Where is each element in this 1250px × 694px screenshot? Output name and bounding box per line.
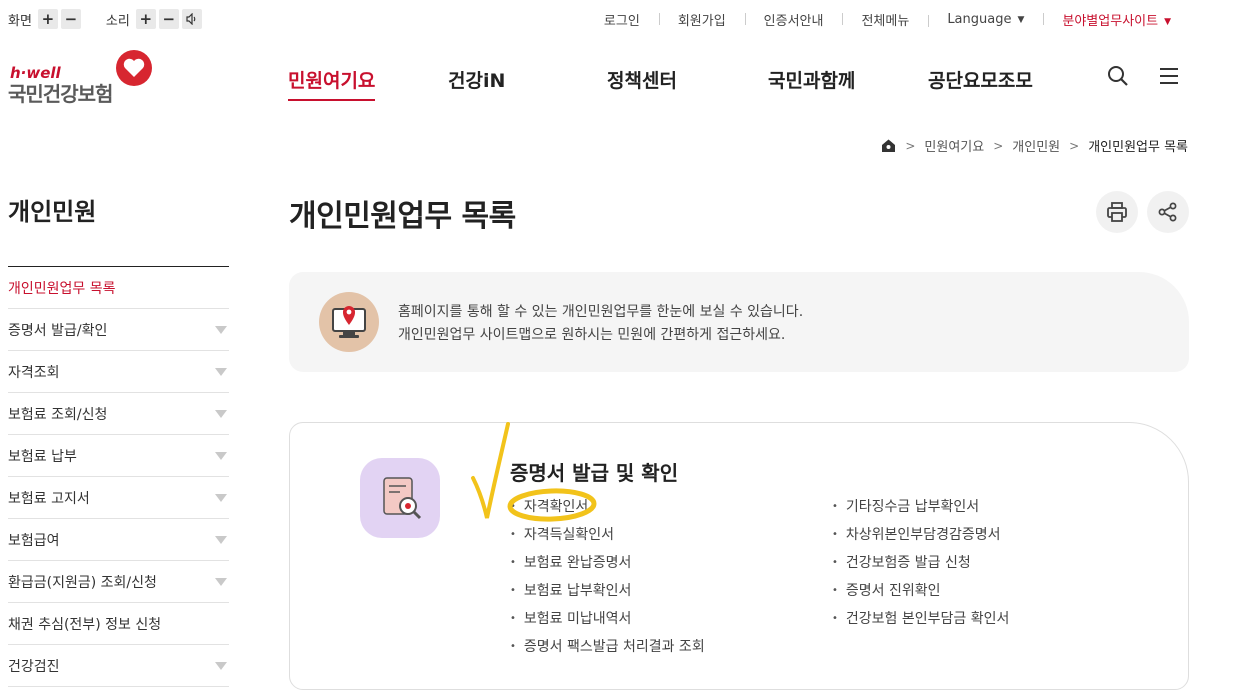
lnb-item-label: 보험료 고지서: [8, 490, 90, 507]
cert-link-payment-confirm[interactable]: 보험료 납부확인서: [510, 577, 705, 605]
lnb-item-premium-notice[interactable]: 보험료 고지서: [8, 477, 229, 519]
monitor-location-icon: [319, 292, 379, 352]
screen-zoom-out-button[interactable]: −: [60, 9, 81, 29]
gnb-item-public[interactable]: 국민과함께: [768, 66, 855, 93]
cert-link-eligibility[interactable]: 자격확인서: [510, 493, 705, 521]
login-link[interactable]: 로그인: [585, 10, 659, 29]
lnb-item-premium-inquiry[interactable]: 보험료 조회/신청: [8, 393, 229, 435]
caret-down-icon: ▼: [1164, 17, 1171, 27]
certificate-list-right: 기타징수금 납부확인서 차상위본인부담경감증명서 건강보험증 발급 신청 증명서…: [832, 493, 1009, 633]
lnb-item-refund[interactable]: 환급금(지원금) 조회/신청: [8, 561, 229, 603]
cert-link-fax-result[interactable]: 증명서 팩스발급 처리결과 조회: [510, 633, 705, 661]
search-icon[interactable]: [1106, 64, 1130, 88]
volume-up-button[interactable]: +: [135, 9, 156, 29]
lnb-item-civil-list[interactable]: 개인민원업무 목록: [8, 267, 229, 309]
lnb-item-label: 보험료 납부: [8, 448, 77, 465]
page-title: 개인민원업무 목록: [289, 199, 516, 234]
cert-link-low-income[interactable]: 차상위본인부담경감증명서: [832, 521, 1009, 549]
info-line-1: 홈페이지를 통해 할 수 있는 개인민원업무를 한눈에 보실 수 있습니다.: [398, 304, 804, 320]
breadcrumb: > 민원여기요 > 개인민원 > 개인민원업무 목록: [881, 136, 1188, 155]
info-line-2: 개인민원업무 사이트맵으로 원하시는 민원에 간편하게 접근하세요.: [398, 327, 786, 343]
home-icon[interactable]: [881, 138, 896, 153]
lnb-item-label: 채권 추심(전부) 정보 신청: [8, 616, 162, 633]
lnb-item-debt-collection[interactable]: 채권 추심(전부) 정보 신청: [8, 603, 229, 645]
side-navigation: 개인민원업무 목록 증명서 발급/확인 자격조회 보험료 조회/신청 보험료 납…: [8, 266, 229, 687]
cert-link-card-issue[interactable]: 건강보험증 발급 신청: [832, 549, 1009, 577]
triangle-down-icon: [215, 577, 227, 586]
caret-down-icon: ▼: [1017, 15, 1025, 25]
signup-link[interactable]: 회원가입: [658, 10, 745, 29]
breadcrumb-separator-icon: >: [1069, 138, 1080, 153]
language-label: Language: [947, 12, 1012, 27]
lnb-item-label: 건강검진: [8, 658, 60, 675]
lnb-item-label: 환급금(지원금) 조회/신청: [8, 574, 157, 591]
share-button[interactable]: [1147, 191, 1189, 233]
info-box: 홈페이지를 통해 할 수 있는 개인민원업무를 한눈에 보실 수 있습니다. 개…: [289, 272, 1189, 372]
speaker-icon[interactable]: [181, 9, 202, 29]
site-logo[interactable]: h·well 국민건강보험: [8, 50, 158, 106]
lnb-item-certificate[interactable]: 증명서 발급/확인: [8, 309, 229, 351]
lnb-item-label: 증명서 발급/확인: [8, 322, 108, 339]
utility-bar: 화면 + − 소리 + − 로그인 회원가입 인증서안내 전체메뉴 Langua…: [0, 0, 1250, 40]
lnb-item-label: 자격조회: [8, 364, 60, 381]
share-icon: [1158, 202, 1177, 222]
lnb-item-benefits[interactable]: 보험급여: [8, 519, 229, 561]
breadcrumb-item[interactable]: 개인민원: [1012, 136, 1060, 155]
print-button[interactable]: [1096, 191, 1138, 233]
hamburger-menu-icon[interactable]: [1157, 64, 1181, 88]
cert-link-copay[interactable]: 건강보험 본인부담금 확인서: [832, 605, 1009, 633]
document-search-icon: [360, 458, 440, 538]
triangle-down-icon: [215, 493, 227, 502]
gnb-item-civil[interactable]: 민원여기요: [288, 66, 376, 101]
lnb-item-eligibility[interactable]: 자격조회: [8, 351, 229, 393]
triangle-down-icon: [215, 325, 227, 334]
volume-down-button[interactable]: −: [158, 9, 179, 29]
cert-link-authenticity[interactable]: 증명서 진위확인: [832, 577, 1009, 605]
gnb-item-policy[interactable]: 정책센터: [607, 66, 677, 93]
certificate-section-card: 증명서 발급 및 확인 자격확인서 자격득실확인서 보험료 완납증명서 보험료 …: [289, 422, 1189, 690]
field-site-select[interactable]: 분야별업무사이트 ▼: [1043, 10, 1190, 29]
breadcrumb-separator-icon: >: [993, 138, 1004, 153]
lnb-item-premium-payment[interactable]: 보험료 납부: [8, 435, 229, 477]
gnb-item-about[interactable]: 공단요모조모: [928, 66, 1033, 93]
triangle-down-icon: [215, 451, 227, 460]
lnb-item-label: 보험료 조회/신청: [8, 406, 108, 423]
sound-label: 소리: [105, 13, 130, 29]
all-menu-link[interactable]: 전체메뉴: [842, 10, 928, 29]
triangle-down-icon: [215, 409, 227, 418]
lnb-item-checkup[interactable]: 건강검진: [8, 645, 229, 687]
screen-zoom-in-button[interactable]: +: [37, 9, 58, 29]
logo-name-text: 국민건강보험: [8, 82, 113, 106]
triangle-down-icon: [215, 535, 227, 544]
triangle-down-icon: [215, 367, 227, 376]
lnb-item-label: 개인민원업무 목록: [8, 280, 116, 297]
heart-logo-icon: [116, 50, 152, 86]
screen-size-label: 화면: [8, 13, 32, 29]
lnb-title: 개인민원: [8, 198, 97, 226]
cert-link-other-payment[interactable]: 기타징수금 납부확인서: [832, 493, 1009, 521]
triangle-down-icon: [215, 661, 227, 670]
language-select[interactable]: Language ▼: [928, 12, 1043, 27]
breadcrumb-current: 개인민원업무 목록: [1088, 140, 1188, 155]
cert-link-eligibility-history[interactable]: 자격득실확인서: [510, 521, 705, 549]
certificate-list-left: 자격확인서 자격득실확인서 보험료 완납증명서 보험료 납부확인서 보험료 미납…: [510, 493, 705, 661]
field-site-label: 분야별업무사이트: [1062, 14, 1159, 29]
printer-icon: [1107, 202, 1127, 222]
cert-link-full-payment[interactable]: 보험료 완납증명서: [510, 549, 705, 577]
certificate-guide-link[interactable]: 인증서안내: [744, 10, 843, 29]
section-title: 증명서 발급 및 확인: [510, 461, 679, 485]
cert-link-unpaid-statement[interactable]: 보험료 미납내역서: [510, 605, 705, 633]
accessibility-controls: 화면 + − 소리 + −: [8, 9, 205, 29]
gnb-item-health[interactable]: 건강iN: [448, 66, 505, 93]
utility-links: 로그인 회원가입 인증서안내 전체메뉴 Language ▼ 분야별업무사이트 ▼: [585, 10, 1190, 29]
breadcrumb-item[interactable]: 민원여기요: [924, 136, 984, 155]
lnb-item-label: 보험급여: [8, 532, 60, 549]
breadcrumb-separator-icon: >: [905, 138, 916, 153]
